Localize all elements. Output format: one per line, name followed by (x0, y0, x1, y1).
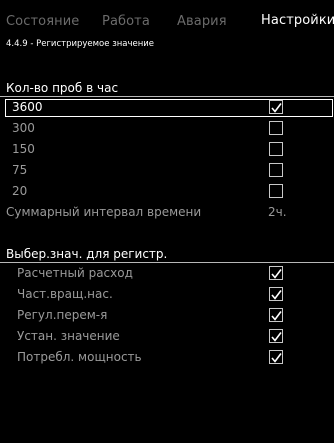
option-row-20[interactable]: 20 (6, 183, 328, 201)
value-row-speed[interactable]: Част.вращ.нас. (6, 286, 328, 304)
option-label: 20 (12, 184, 28, 198)
option-checkbox[interactable] (269, 163, 283, 177)
value-row-control-variable[interactable]: Регул.перем-я (6, 307, 328, 325)
value-row-power[interactable]: Потребл. мощность (6, 349, 328, 367)
option-label: 3600 (12, 100, 43, 114)
value-row-flow[interactable]: Расчетный расход (6, 265, 328, 283)
value-checkbox[interactable] (269, 308, 283, 322)
section-divider (0, 262, 334, 263)
checkmark-icon (271, 332, 282, 342)
option-label: 75 (12, 163, 28, 177)
tab-alarm[interactable]: Авария (177, 14, 227, 29)
value-label: Устан. значение (17, 329, 120, 343)
section-divider (0, 96, 334, 97)
value-checkbox[interactable] (269, 287, 283, 301)
option-row-75[interactable]: 75 (6, 162, 328, 180)
checkmark-icon (271, 103, 282, 113)
samples-section-title: Кол-во проб в час (6, 81, 119, 95)
breadcrumb: 4.4.9 - Регистрируемое значение (6, 39, 155, 49)
value-checkbox[interactable] (269, 329, 283, 343)
value-label: Част.вращ.нас. (17, 287, 113, 301)
value-label: Потребл. мощность (17, 350, 142, 364)
value-checkbox[interactable] (269, 350, 283, 364)
settings-screen: Состояние Работа Авария Настройки 4.4.9 … (0, 0, 334, 443)
tab-operation[interactable]: Работа (102, 14, 150, 29)
checkmark-icon (271, 353, 282, 363)
option-label: 150 (12, 142, 35, 156)
value-checkbox[interactable] (269, 266, 283, 280)
value-label: Регул.перем-я (17, 308, 108, 322)
tab-settings[interactable]: Настройки (261, 13, 334, 28)
option-checkbox[interactable] (269, 100, 283, 114)
option-row-150[interactable]: 150 (6, 141, 328, 159)
checkmark-icon (271, 290, 282, 300)
checkmark-icon (271, 311, 282, 321)
tab-status[interactable]: Состояние (6, 14, 79, 29)
checkmark-icon (271, 269, 282, 279)
option-checkbox[interactable] (269, 142, 283, 156)
option-label: 300 (12, 121, 35, 135)
summary-interval-label: Суммарный интервал времени (6, 205, 202, 219)
option-row-300[interactable]: 300 (6, 120, 328, 138)
values-section-title: Выбер.знач. для регистр. (6, 247, 168, 261)
option-checkbox[interactable] (269, 121, 283, 135)
value-row-setpoint[interactable]: Устан. значение (6, 328, 328, 346)
option-row-3600[interactable]: 3600 (5, 99, 333, 117)
summary-interval-value: 2ч. (268, 205, 287, 219)
tab-bar: Состояние Работа Авария Настройки (0, 0, 334, 36)
option-checkbox[interactable] (269, 184, 283, 198)
value-label: Расчетный расход (17, 266, 133, 280)
